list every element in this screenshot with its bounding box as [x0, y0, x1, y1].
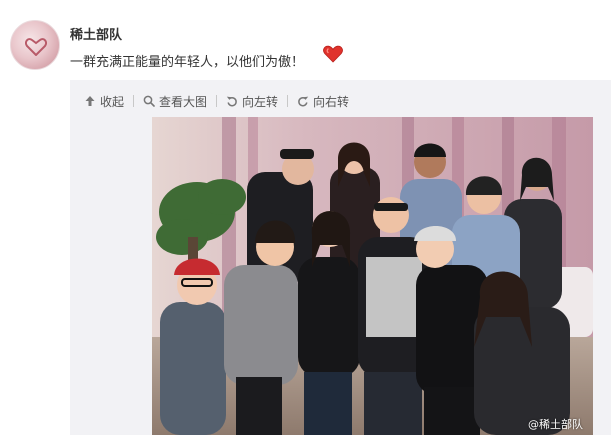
image-watermark: @稀土部队: [528, 418, 583, 431]
toolbar-divider: [133, 95, 135, 107]
rotate-right-label: 向右转: [313, 94, 350, 109]
rotate-right-button[interactable]: 向右转: [297, 93, 349, 110]
collapse-button[interactable]: 收起: [84, 93, 124, 110]
red-heart-emoji-icon: [323, 45, 343, 63]
collapse-label: 收起: [100, 94, 125, 109]
rotate-left-icon: [226, 96, 237, 107]
view-large-button[interactable]: 查看大图: [143, 93, 207, 110]
rotate-left-button[interactable]: 向左转: [226, 93, 278, 110]
user-avatar[interactable]: [10, 20, 60, 70]
view-large-label: 查看大图: [159, 94, 208, 109]
rotate-right-icon: [298, 96, 309, 107]
post-text: 一群充满正能量的年轻人，以他们为傲！: [70, 55, 305, 70]
rotate-left-label: 向左转: [242, 94, 279, 109]
arrow-up-icon: [85, 96, 95, 106]
group-photo-illustration: [152, 117, 593, 435]
image-toolbar: 收起 查看大图 向左转 向右转: [84, 93, 349, 109]
toolbar-divider: [287, 95, 289, 107]
username-link[interactable]: 稀土部队: [70, 24, 122, 43]
search-icon: [143, 95, 155, 107]
heart-hands-icon: [25, 38, 47, 56]
post-photo[interactable]: @稀土部队: [152, 117, 593, 435]
toolbar-divider: [216, 95, 218, 107]
